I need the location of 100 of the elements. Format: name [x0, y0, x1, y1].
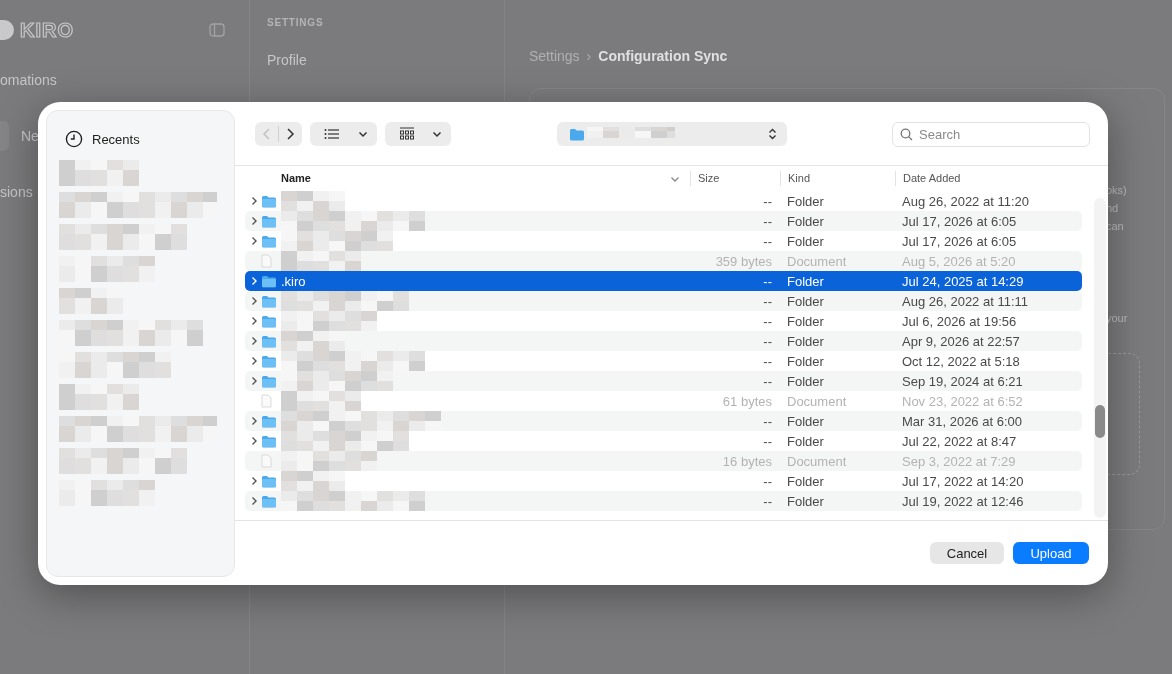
table-cell-text: Folder	[786, 193, 825, 209]
table-cell-text: --	[762, 273, 773, 289]
folder-icon	[261, 334, 277, 348]
table-cell-text: Mar 31, 2026 at 6:00	[901, 413, 1023, 429]
grid-icon	[399, 127, 415, 141]
group-view-button[interactable]	[385, 122, 451, 146]
table-cell-text: Jul 19, 2022 at 12:46	[901, 493, 1025, 509]
folder-icon	[261, 194, 277, 208]
table-cell-text: --	[762, 413, 773, 429]
clock-icon	[65, 130, 83, 148]
folder-icon	[261, 354, 277, 368]
folder-icon	[261, 414, 277, 428]
document-icon	[261, 454, 272, 468]
scrollbar-thumb[interactable]	[1095, 405, 1105, 438]
table-cell-text: Jul 22, 2022 at 8:47	[901, 433, 1018, 449]
table-cell-text: --	[762, 433, 773, 449]
folder-icon	[569, 127, 585, 141]
column-header[interactable]: Kind	[788, 171, 811, 186]
table-cell-text: Folder	[786, 493, 825, 509]
table-cell-text: Jul 17, 2022 at 14:20	[901, 473, 1025, 489]
table-cell-text: Folder	[786, 433, 825, 449]
document-icon	[261, 254, 272, 268]
file-row[interactable]: -- Folder Jul 17, 2022 at 14:20	[245, 471, 1082, 491]
table-cell-text: Sep 19, 2024 at 6:21	[901, 373, 1024, 389]
column-header[interactable]: Date Added	[903, 171, 961, 186]
chevron-down-icon	[432, 130, 442, 138]
search-icon	[900, 128, 913, 141]
table-cell-text: --	[762, 373, 773, 389]
folder-icon	[261, 234, 277, 248]
cancel-button[interactable]: Cancel	[930, 542, 1004, 564]
table-cell-text: --	[762, 353, 773, 369]
file-row[interactable]: -- Folder Sep 19, 2024 at 6:21	[245, 371, 1082, 391]
section-heading: SETTINGS	[267, 17, 325, 28]
file-row[interactable]: -- Folder Jul 19, 2022 at 12:46	[245, 491, 1082, 511]
navigation-buttons[interactable]	[255, 122, 302, 146]
table-cell-text: Folder	[786, 413, 825, 429]
table-cell-text: Apr 9, 2026 at 22:57	[901, 333, 1021, 349]
table-cell-text: Jul 24, 2025 at 14:29	[901, 273, 1025, 289]
table-cell-text: Jul 17, 2026 at 6:05	[901, 233, 1018, 249]
table-cell-text: Jul 6, 2026 at 19:56	[901, 313, 1018, 329]
table-cell-text: Oct 12, 2022 at 5:18	[901, 353, 1021, 369]
breadcrumb-separator: ›	[586, 48, 592, 64]
logo-icon	[0, 20, 14, 40]
table-cell-text: Document	[786, 453, 848, 469]
table-cell-text: --	[762, 473, 773, 489]
table-cell-text: Folder	[786, 293, 825, 309]
table-cell-text: Folder	[786, 333, 825, 349]
search-field[interactable]: Search	[892, 122, 1090, 147]
sort-chevron-icon[interactable]	[670, 174, 680, 183]
table-cell-text: Aug 26, 2022 at 11:20	[901, 193, 1030, 209]
folder-icon	[261, 294, 277, 308]
table-cell-text: Sep 3, 2022 at 7:29	[901, 453, 1017, 469]
table-cell-text: Folder	[786, 473, 825, 489]
sidebar-item[interactable]: Recents	[53, 128, 234, 150]
table-cell-text: Folder	[786, 273, 825, 289]
file-name: .kiro	[281, 273, 306, 289]
folder-icon	[261, 474, 277, 488]
file-row[interactable]: -- Folder Mar 31, 2026 at 6:00	[245, 411, 1082, 431]
upload-button[interactable]: Upload	[1013, 542, 1089, 564]
folder-icon	[261, 314, 277, 328]
logo: KIRO	[20, 18, 74, 42]
file-row[interactable]: -- Folder Apr 9, 2026 at 22:57	[245, 331, 1082, 351]
table-cell-text: Document	[786, 393, 848, 409]
up-down-chevron-icon	[768, 128, 777, 140]
column-header[interactable]: Size	[698, 171, 720, 186]
file-row[interactable]: .kiro -- Folder Jul 24, 2025 at 14:29	[245, 271, 1082, 291]
list-icon	[324, 128, 340, 140]
sidebar-toggle-icon[interactable]	[209, 23, 225, 37]
table-cell-text: Document	[786, 253, 848, 269]
file-row[interactable]: -- Folder Aug 26, 2022 at 11:20	[245, 191, 1082, 211]
table-cell-text: --	[762, 233, 773, 249]
document-icon	[261, 394, 272, 408]
table-cell-text: --	[762, 193, 773, 209]
file-row[interactable]: -- Folder Jul 22, 2022 at 8:47	[245, 431, 1082, 451]
table-cell-text: --	[762, 313, 773, 329]
table-cell-text: Folder	[786, 353, 825, 369]
list-view-button[interactable]	[310, 122, 377, 146]
file-row[interactable]: -- Folder Jul 6, 2026 at 19:56	[245, 311, 1082, 331]
file-row[interactable]: -- Folder Jul 17, 2026 at 6:05	[245, 231, 1082, 251]
folder-icon	[261, 214, 277, 228]
table-cell-text: Folder	[786, 373, 825, 389]
table-cell-text: --	[762, 213, 773, 229]
page-title: Configuration Sync	[598, 48, 728, 64]
forward-icon[interactable]	[285, 127, 295, 141]
file-row[interactable]: -- Folder Jul 17, 2026 at 6:05	[245, 211, 1082, 231]
table-cell-text: Aug 26, 2022 at 11:11	[901, 293, 1029, 309]
table-cell-text: --	[762, 293, 773, 309]
table-cell-text: Folder	[786, 213, 825, 229]
table-cell-text: 61 bytes	[721, 393, 773, 409]
column-header[interactable]: Name	[281, 171, 311, 186]
table-cell-text: 359 bytes	[714, 253, 773, 269]
folder-icon	[261, 274, 277, 288]
folder-icon	[261, 494, 277, 508]
table-cell-text: --	[762, 493, 773, 509]
file-row[interactable]: -- Folder Aug 26, 2022 at 11:11	[245, 291, 1082, 311]
folder-icon	[261, 374, 277, 388]
chevron-down-icon	[358, 130, 368, 138]
table-cell-text: --	[762, 333, 773, 349]
table-cell-text: Jul 17, 2026 at 6:05	[901, 213, 1018, 229]
file-row[interactable]: -- Folder Oct 12, 2022 at 5:18	[245, 351, 1082, 371]
